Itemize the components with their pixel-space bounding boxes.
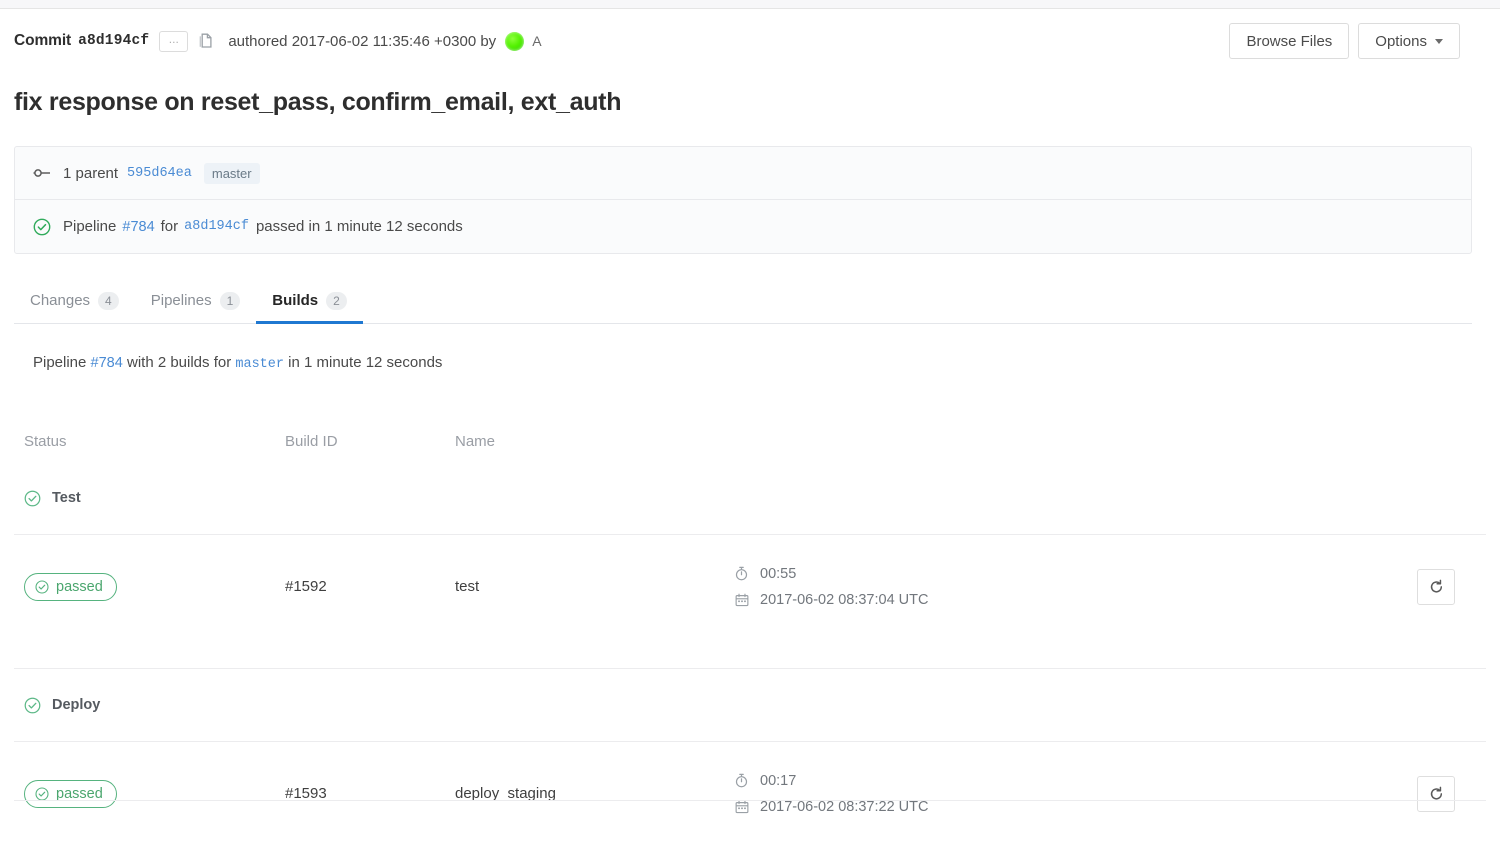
- build-duration-value: 00:55: [760, 565, 797, 582]
- build-finished-at: 2017-06-02 08:37:04 UTC: [735, 592, 1390, 608]
- pipeline-summary-id-link[interactable]: #784: [91, 355, 123, 371]
- page-title: fix response on reset_pass, confirm_emai…: [14, 88, 622, 116]
- authored-text: authored 2017-06-02 11:35:46 +0300 by: [228, 32, 497, 50]
- tab-changes-count: 4: [98, 291, 119, 310]
- build-id-cell[interactable]: #1592: [285, 578, 455, 595]
- pipeline-summary: Pipeline #784 with 2 builds for master i…: [33, 354, 442, 372]
- retry-button[interactable]: [1417, 775, 1455, 812]
- commit-header: Commit a8d194cf ... authored 2017-06-02 …: [0, 20, 1500, 62]
- retry-button[interactable]: [1417, 568, 1455, 605]
- tab-pipelines[interactable]: Pipelines 1: [135, 278, 257, 323]
- bottom-separator: [14, 800, 1486, 801]
- status-badge[interactable]: passed: [24, 572, 117, 601]
- stage-row-deploy: Deploy: [0, 669, 1500, 741]
- build-meta-cell: 00:55 2017-06-02 08:37:04 UTC: [735, 566, 1390, 608]
- options-label: Options: [1375, 32, 1427, 50]
- expand-sha-button[interactable]: ...: [159, 30, 189, 52]
- table-row[interactable]: passed #1593 deploy_staging 00:17 2017-0…: [0, 742, 1500, 844]
- pipeline-prefix: Pipeline: [63, 218, 117, 235]
- stage-gap: [0, 638, 1500, 668]
- retry-icon: [1429, 579, 1444, 595]
- tab-pipelines-count: 1: [219, 291, 241, 310]
- check-circle-icon: [24, 697, 41, 714]
- tab-pipelines-label: Pipelines: [150, 292, 212, 309]
- pipeline-commit-sha-link[interactable]: a8d194cf: [184, 219, 249, 234]
- build-actions-cell: [1390, 568, 1500, 605]
- pipeline-for-text: for: [160, 218, 179, 235]
- commit-builds-page: Commit a8d194cf ... authored 2017-06-02 …: [0, 0, 1500, 844]
- stopwatch-icon: [735, 773, 751, 788]
- commit-info-panel: 1 parent 595d64ea master Pipeline #784 f…: [14, 146, 1472, 254]
- stage-row-test: Test: [0, 462, 1500, 534]
- pipeline-summary-branch[interactable]: master: [235, 357, 284, 372]
- build-meta-cell: 00:17 2017-06-02 08:37:22 UTC: [735, 773, 1390, 815]
- build-finished-at-value: 2017-06-02 08:37:04 UTC: [760, 591, 929, 608]
- column-header-name: Name: [455, 432, 496, 450]
- tab-builds[interactable]: Builds 2: [256, 278, 363, 324]
- build-status-cell: passed: [0, 779, 285, 808]
- parent-count-text: 1 parent: [63, 164, 119, 182]
- author-name[interactable]: A: [532, 33, 541, 49]
- build-duration: 00:55: [735, 566, 1390, 582]
- column-header-build-id: Build ID: [285, 432, 338, 450]
- column-header-status: Status: [24, 432, 67, 450]
- browse-files-button[interactable]: Browse Files: [1229, 23, 1350, 59]
- build-duration: 00:17: [735, 773, 1390, 789]
- stopwatch-icon: [735, 566, 751, 581]
- branch-badge[interactable]: master: [203, 162, 260, 184]
- check-circle-icon: [35, 786, 49, 801]
- tab-changes[interactable]: Changes 4: [14, 278, 135, 323]
- tab-builds-count: 2: [326, 291, 347, 310]
- tab-builds-label: Builds: [272, 292, 319, 309]
- top-strip: [0, 0, 1500, 9]
- commit-node-icon: [33, 168, 53, 178]
- pipeline-summary-prefix: Pipeline: [33, 354, 87, 371]
- commit-label: Commit: [14, 32, 72, 49]
- status-badge-label: passed: [56, 578, 103, 595]
- build-status-cell: passed: [0, 572, 285, 601]
- calendar-icon: [735, 800, 751, 814]
- chevron-down-icon: [1435, 38, 1443, 44]
- avatar[interactable]: [505, 31, 525, 51]
- pipeline-result-text: passed in 1 minute 12 seconds: [255, 218, 463, 235]
- status-badge[interactable]: passed: [24, 779, 117, 808]
- parent-sha-link[interactable]: 595d64ea: [127, 166, 192, 181]
- table-row[interactable]: passed #1592 test 00:55 2017-06-02 08:37…: [0, 535, 1500, 638]
- builds-table: Status Build ID Name Test passed #1592 t…: [0, 420, 1500, 844]
- check-circle-icon: [24, 490, 41, 507]
- tab-bar: Changes 4 Pipelines 1 Builds 2: [14, 278, 1472, 324]
- pipeline-id-link[interactable]: #784: [122, 219, 154, 235]
- stage-status-deploy: Deploy: [0, 697, 285, 714]
- stage-name-test: Test: [52, 490, 81, 506]
- tab-changes-label: Changes: [30, 292, 91, 309]
- copy-icon[interactable]: [199, 31, 217, 51]
- pipeline-status-row: Pipeline #784 for a8d194cf passed in 1 m…: [15, 199, 1471, 253]
- pipeline-summary-suffix: in 1 minute 12 seconds: [288, 354, 443, 371]
- builds-table-header: Status Build ID Name: [0, 420, 1500, 462]
- check-circle-icon: [33, 218, 51, 236]
- pipeline-summary-middle: with 2 builds for: [126, 354, 232, 371]
- stage-status-test: Test: [0, 490, 285, 507]
- options-button[interactable]: Options: [1358, 23, 1460, 59]
- calendar-icon: [735, 593, 751, 607]
- parent-row: 1 parent 595d64ea master: [15, 147, 1471, 199]
- build-duration-value: 00:17: [760, 772, 797, 789]
- check-circle-icon: [35, 579, 49, 594]
- commit-sha: a8d194cf: [78, 33, 150, 49]
- build-name-cell[interactable]: test: [455, 578, 735, 595]
- build-actions-cell: [1390, 775, 1500, 812]
- stage-name-deploy: Deploy: [52, 697, 101, 713]
